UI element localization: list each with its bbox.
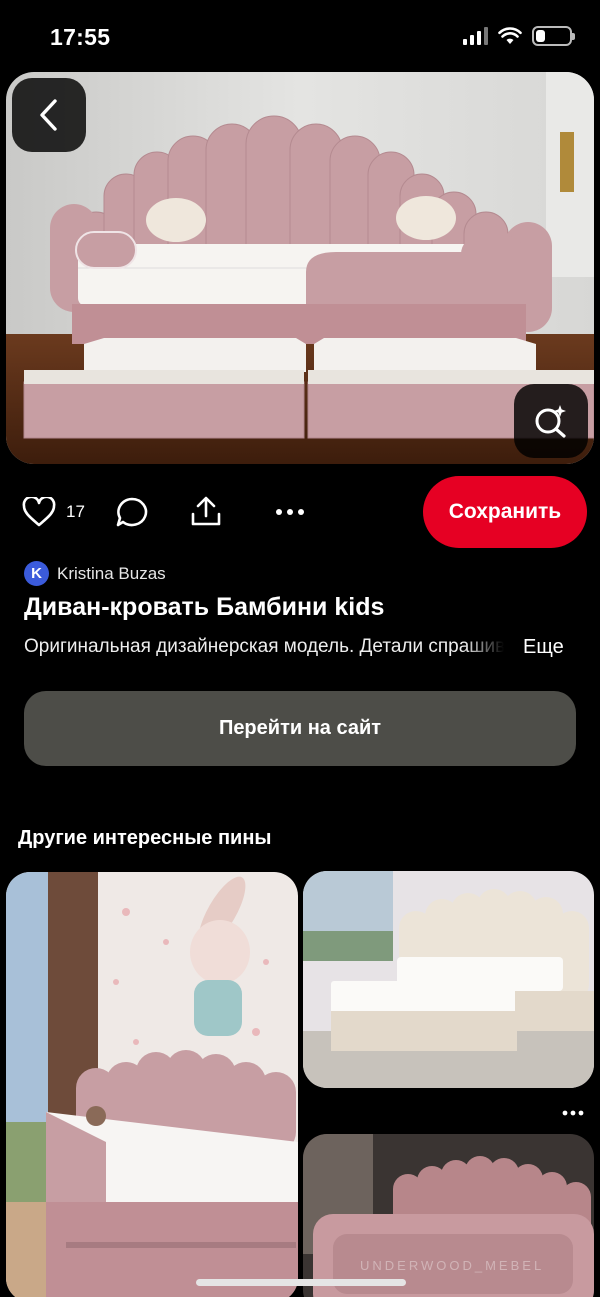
related-pin-beige-bed[interactable] [303,871,594,1088]
status-icons [463,26,575,46]
pin-actions: 17 [22,484,305,540]
like-button[interactable] [22,497,56,527]
status-time: 17:55 [50,24,111,50]
avatar: K [24,561,49,586]
description-text: Оригинальная дизайнерская модель. Детали… [24,636,504,657]
signal-icon [463,27,488,45]
comment-icon [116,497,148,527]
visual-search-icon [535,405,566,438]
expand-description-link[interactable]: Еще [523,636,564,659]
back-button[interactable] [12,78,86,152]
pin-author[interactable]: K Kristina Buzas [24,561,166,586]
pin-title: Диван-кровать Бамбини kids [24,593,385,621]
author-name: Kristina Buzas [57,563,166,583]
visual-search-button[interactable] [514,384,588,458]
beige-trundle-bed-photo [303,871,594,1088]
save-button[interactable]: Сохранить [423,476,587,548]
more-icon [275,509,304,515]
more-options-button[interactable] [275,508,305,516]
chevron-left-icon [40,99,57,131]
pin-image[interactable] [6,72,594,464]
sofa-bed-photo [6,72,594,464]
battery-icon [532,26,575,46]
pin-more-button[interactable] [562,1100,584,1121]
related-pin-bunny-bed[interactable] [6,872,298,1297]
pin-description: Оригинальная дизайнерская модель. Детали… [24,636,504,662]
heart-icon [22,497,56,527]
description-fade [464,636,504,662]
more-icon [562,1110,584,1116]
visit-site-button[interactable]: Перейти на сайт [24,691,576,766]
like-count: 17 [66,502,85,521]
wifi-icon [498,27,522,44]
status-bar: 17:55 [0,0,600,72]
share-icon [191,496,221,526]
related-pins-heading: Другие интересные пины [18,827,272,849]
bunny-wall-bed-photo [6,872,298,1297]
image-watermark: UNDERWOOD_MEBEL [360,1258,545,1273]
home-indicator[interactable] [196,1279,406,1286]
share-button[interactable] [189,496,223,528]
comment-button[interactable] [115,496,149,528]
